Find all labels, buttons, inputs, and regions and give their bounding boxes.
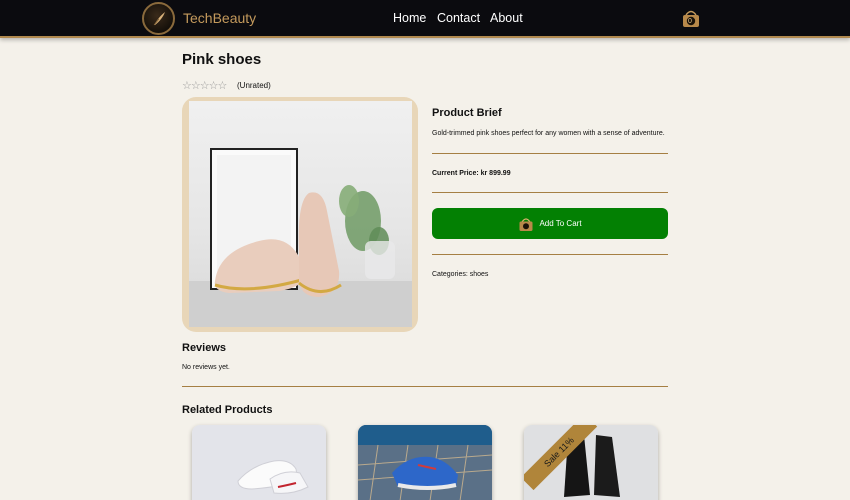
star-icon[interactable]: ☆ [191,80,201,92]
related-product-card[interactable]: Sale 11% [524,425,658,500]
shopping-basket-icon [519,217,533,231]
product-brief-title: Product Brief [432,107,502,119]
star-icon[interactable]: ☆ [200,80,210,92]
cart-button[interactable]: 0 [680,7,702,29]
divider [432,153,668,154]
nav-contact[interactable]: Contact [437,11,480,25]
star-icon[interactable]: ☆ [218,80,228,92]
reviews-empty-text: No reviews yet. [182,364,230,371]
brand-logo-icon[interactable] [142,2,175,35]
rating-text: (Unrated) [237,81,271,90]
related-product-image [358,425,492,500]
related-product-image [192,425,326,500]
product-brief-text: Gold-trimmed pink shoes perfect for any … [432,130,665,137]
nav-home[interactable]: Home [393,11,426,25]
related-product-card[interactable] [192,425,326,500]
add-to-cart-button[interactable]: Add To Cart [432,208,668,239]
divider [432,254,668,255]
divider [432,192,668,193]
product-price: Current Price: kr 899.99 [432,170,511,177]
divider [182,386,668,387]
product-image-frame [182,97,418,332]
product-image [189,101,412,327]
nav-about[interactable]: About [490,11,523,25]
add-to-cart-label: Add To Cart [539,219,582,228]
product-title: Pink shoes [182,51,262,68]
site-header: TechBeauty Home Contact About 0 [0,0,850,38]
brand-name[interactable]: TechBeauty [183,10,256,26]
cart-count: 0 [688,18,692,25]
related-product-card[interactable] [358,425,492,500]
related-products-heading: Related Products [182,404,273,416]
rating-stars[interactable]: ☆☆☆☆☆ [182,79,228,92]
product-categories: Categories: shoes [432,271,489,278]
reviews-heading: Reviews [182,342,227,354]
star-icon[interactable]: ☆ [209,80,219,92]
star-icon[interactable]: ☆ [182,80,192,92]
